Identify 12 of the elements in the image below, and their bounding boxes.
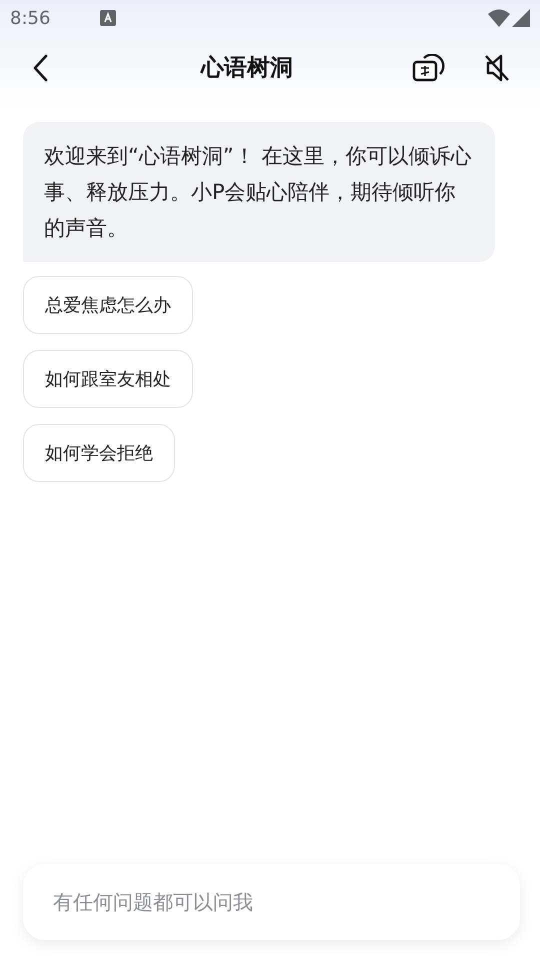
effects-icon[interactable] bbox=[412, 54, 446, 82]
suggestion-chip[interactable]: 如何学会拒绝 bbox=[23, 424, 175, 482]
wifi-icon bbox=[488, 9, 510, 27]
message-input[interactable]: 有任何问题都可以问我 bbox=[23, 864, 520, 940]
status-time: 8:56 bbox=[10, 6, 50, 30]
page-title: 心语树洞 bbox=[201, 54, 293, 83]
signal-icon bbox=[512, 9, 530, 27]
welcome-message: 欢迎来到“心语树洞”！ 在这里，你可以倾诉心事、释放压力。小P会贴心陪伴，期待倾听你的声音。 bbox=[23, 122, 495, 262]
notification-icon bbox=[100, 10, 116, 26]
suggestion-chip[interactable]: 总爱焦虑怎么办 bbox=[23, 276, 193, 334]
mute-icon[interactable] bbox=[484, 53, 510, 83]
suggestion-chip[interactable]: 如何跟室友相处 bbox=[23, 350, 193, 408]
